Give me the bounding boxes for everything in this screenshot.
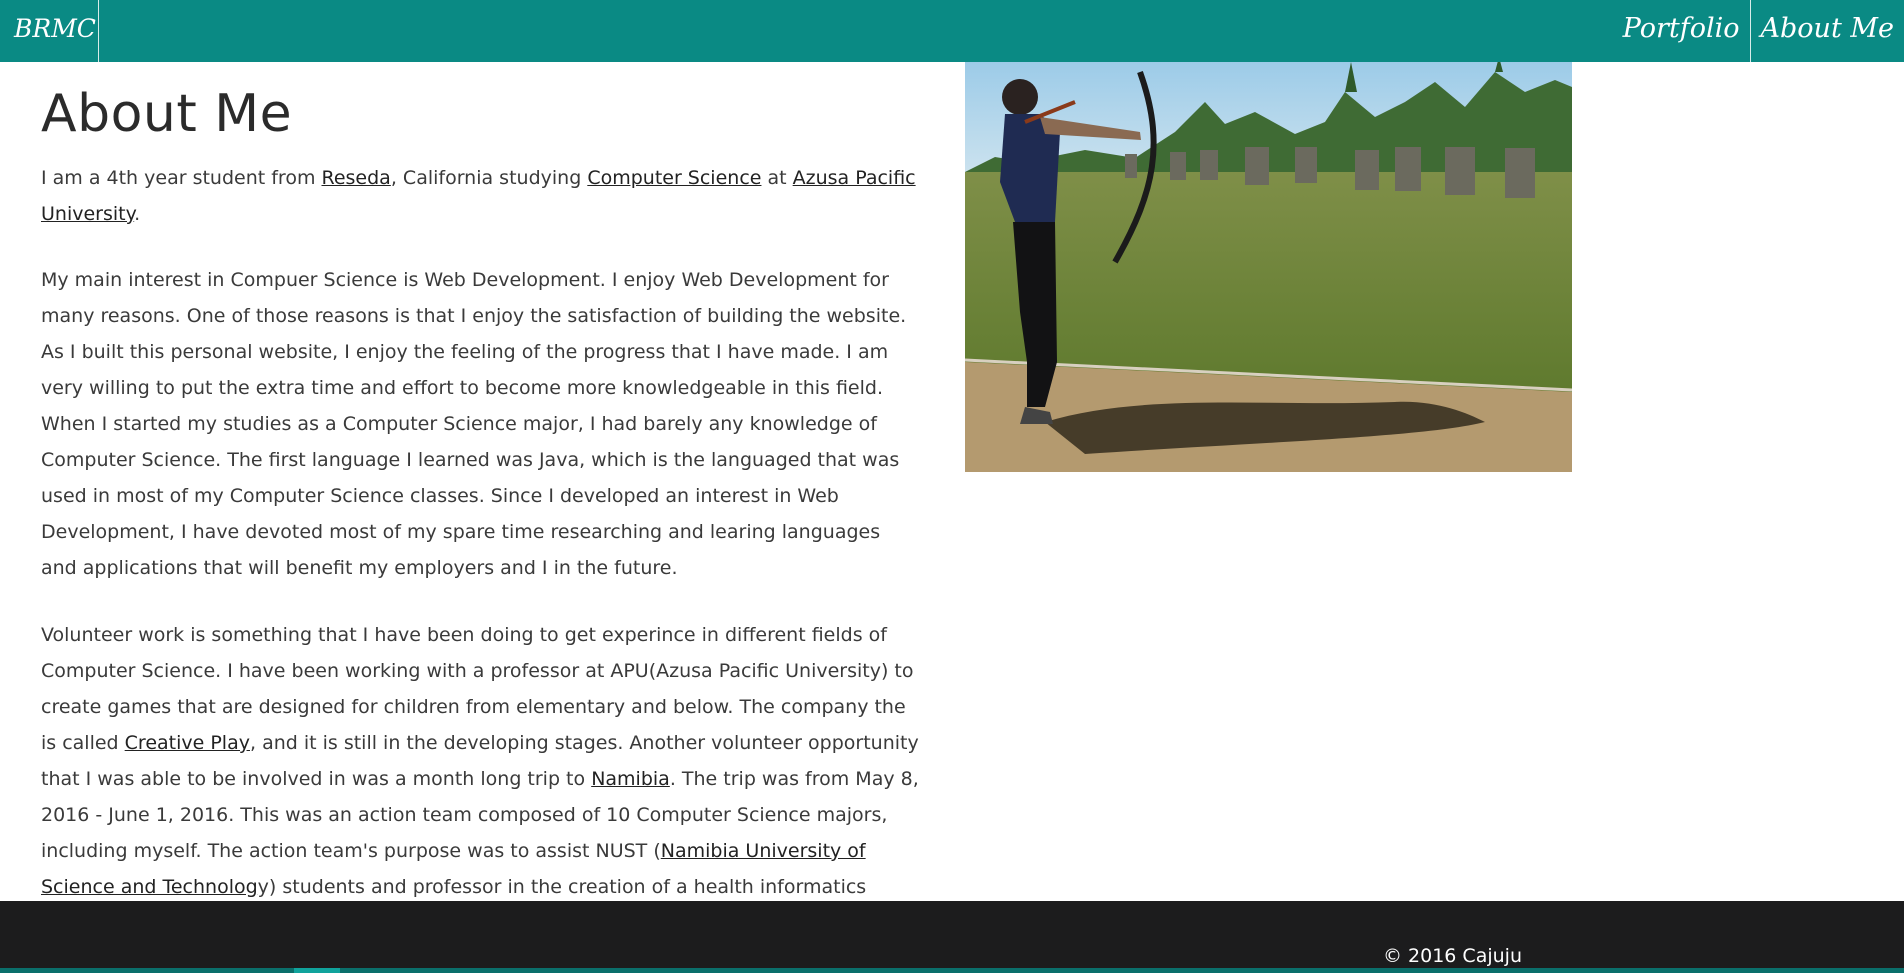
nav-links: Portfolio About Me [1623, 0, 1904, 62]
footer-strip-accent [294, 968, 340, 973]
intro-paragraph: I am a 4th year student from Reseda, Cal… [41, 160, 921, 232]
intro-text: . [134, 203, 141, 225]
page-title: About Me [41, 84, 293, 144]
computer-science-link[interactable]: Computer Science [587, 167, 761, 189]
interests-paragraph: My main interest in Compuer Science is W… [41, 269, 907, 579]
brand-logo-link[interactable]: BRMC [0, 0, 99, 62]
footer-strip [0, 968, 1904, 973]
intro-text: , California studying [390, 167, 588, 189]
namibia-link[interactable]: Namibia [591, 768, 670, 790]
creative-play-link[interactable]: Creative Play [125, 732, 250, 754]
top-navbar: BRMC Portfolio About Me [0, 0, 1904, 62]
reseda-link[interactable]: Reseda [322, 167, 391, 189]
footer-copyright: © 2016 Cajuju [1383, 945, 1522, 967]
nav-link-about-me[interactable]: About Me [1751, 0, 1904, 62]
nav-link-portfolio[interactable]: Portfolio [1623, 0, 1751, 62]
main-content: About Me I am a 4th year student from Re… [41, 62, 921, 941]
archery-photo [965, 62, 1572, 472]
intro-text: at [761, 167, 793, 189]
volunteer-paragraph: Volunteer work is something that I have … [41, 617, 921, 941]
intro-text: I am a 4th year student from [41, 167, 322, 189]
site-footer: © 2016 Cajuju [0, 901, 1904, 973]
